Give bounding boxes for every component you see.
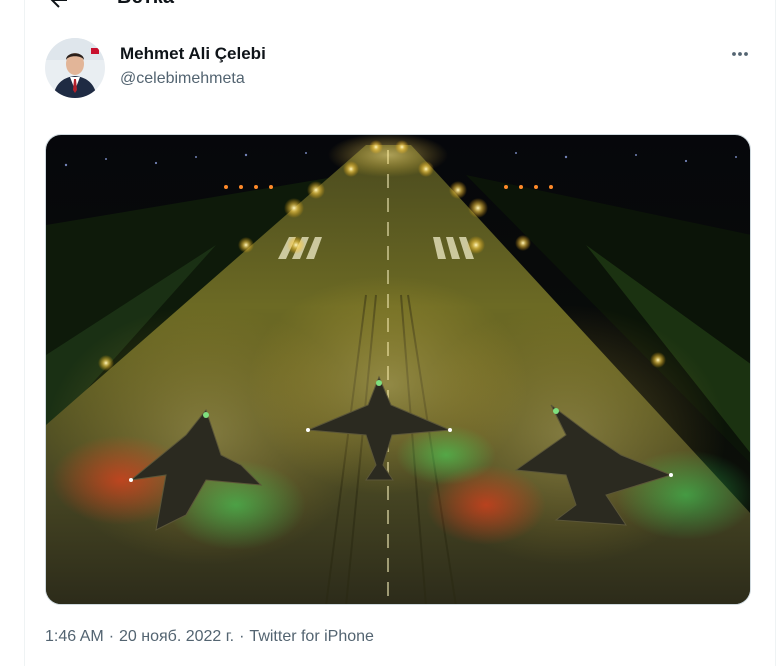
page-title: Ветка [117, 0, 174, 9]
tweet-time[interactable]: 1:46 AM [45, 628, 104, 646]
meta-separator: · [108, 628, 115, 645]
author-name[interactable]: Mehmet Ali Çelebi [120, 44, 266, 64]
avatar[interactable] [45, 38, 105, 98]
timeline-right-border [775, 0, 776, 666]
tweet-meta: 1:46 AM · 20 нояб. 2022 г. · Twitter for iPh… [45, 628, 374, 646]
runway-jets-photo [46, 135, 750, 604]
meta-separator: · [239, 628, 245, 645]
more-options-button[interactable] [726, 40, 754, 68]
avatar-image [45, 38, 105, 98]
tweet-media-image[interactable] [45, 134, 751, 605]
back-button[interactable] [47, 0, 71, 12]
arrow-left-icon [50, 0, 67, 8]
timeline-left-border [24, 0, 25, 666]
thread-header: Ветка [25, 0, 775, 18]
tweet-source[interactable]: Twitter for iPhone [249, 628, 374, 646]
tweet-date[interactable]: 20 нояб. 2022 г. [119, 628, 234, 646]
author-handle[interactable]: @celebimehmeta [120, 70, 245, 88]
more-horizontal-icon [732, 52, 748, 56]
